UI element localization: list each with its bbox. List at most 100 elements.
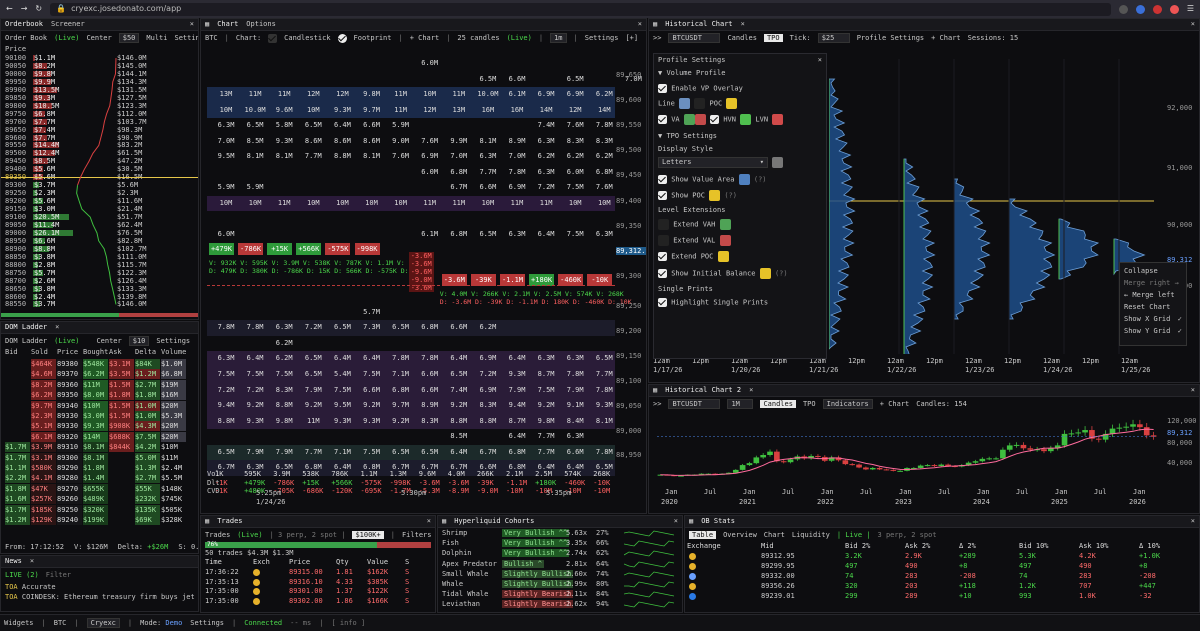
help-icon[interactable]: (?) <box>775 269 788 277</box>
add-chart-button[interactable]: + Chart <box>931 34 961 42</box>
cohort-row[interactable]: Small Whale Slightly Bullish 2.60x 74% <box>438 569 682 580</box>
symbol-button[interactable]: BTC <box>54 619 67 627</box>
overview-view-button[interactable]: Overview <box>723 531 757 539</box>
close-icon[interactable]: × <box>55 323 59 331</box>
help-icon[interactable]: (?) <box>724 191 737 199</box>
footprint-candle[interactable]: +479K <box>209 242 234 255</box>
tab-screener[interactable]: Screener <box>51 20 85 28</box>
symbol-select[interactable]: BTCUSDT <box>668 398 721 410</box>
obstats-row[interactable]: 89332.00 74 283 -208 74 283 -208 <box>685 572 1199 582</box>
footprint-grid[interactable]: 6.0M 6.5M 6.6M 6.5M 7.0M 13M 11M 11M 12M 12M 9.8M 1… <box>207 56 642 495</box>
tab-historical-chart[interactable]: Historical Chart <box>665 20 732 28</box>
close-icon[interactable]: × <box>638 20 642 28</box>
show-poc-checkbox[interactable] <box>658 190 667 200</box>
chart-view-button[interactable]: Chart <box>764 531 785 539</box>
dom-row[interactable]: $5.1M 89330 $9.3M $908K $4.3M $20M <box>1 421 198 432</box>
widgets-button[interactable]: Widgets <box>4 619 34 627</box>
candlestick-radio[interactable] <box>268 33 278 43</box>
dom-row[interactable]: $1.7M $3.9M 89310 $8.1M $844K $4.2M $10M <box>1 442 198 453</box>
chart-symbol[interactable]: BTC <box>205 34 218 42</box>
add-chart-button[interactable]: + Chart <box>880 400 910 408</box>
show-ib-checkbox[interactable] <box>658 268 667 278</box>
show-y-grid-item[interactable]: Show Y Grid ✓ <box>1124 325 1182 337</box>
symbol-select[interactable]: BTCUSDT <box>668 32 721 44</box>
tpo-button[interactable]: TPO <box>763 33 783 43</box>
candles-button[interactable]: Candles <box>727 34 757 42</box>
close-icon[interactable]: × <box>741 20 745 28</box>
settings-button[interactable]: Settings <box>156 337 190 345</box>
tpo-profile[interactable] <box>1008 198 1056 320</box>
hvn-color-swatch[interactable] <box>740 113 752 125</box>
va-color-swatch[interactable] <box>683 113 695 125</box>
liquidity-view-button[interactable]: Liquidity <box>792 531 830 539</box>
ib-swatch[interactable] <box>759 267 771 279</box>
close-icon[interactable]: × <box>749 386 753 394</box>
cohort-row[interactable]: Whale Slightly Bullish 2.99x 80% <box>438 580 682 590</box>
close-icon[interactable]: × <box>674 517 678 525</box>
trade-row[interactable]: 17:35:13 89316.10 4.33 $385K S <box>201 578 435 587</box>
dom-row[interactable]: $2.3M 89330 $3.0M $1.5M $1.0M $5.3M <box>1 411 198 421</box>
dom-row[interactable]: $8.2M 89360 $11M $1.5M $2.7M $19M <box>1 379 198 390</box>
dom-row[interactable]: $6.1M 89320 $14M $688K $7.5M $20M <box>1 431 198 442</box>
tpo-settings-header[interactable]: TPO Settings <box>666 132 717 140</box>
va-color-swatch[interactable] <box>694 113 706 125</box>
tab-chart[interactable]: Chart <box>217 20 238 28</box>
collapse-item[interactable]: Collapse <box>1124 265 1182 277</box>
address-bar[interactable]: 🔒 cryexc.josedonato.com/app <box>50 2 1111 16</box>
center-button[interactable]: Center <box>86 34 111 42</box>
va-checkbox[interactable] <box>658 114 667 124</box>
cohort-row[interactable]: Dolphin Very Bullish ^^ 2.74x 62% <box>438 549 682 559</box>
obstats-row[interactable]: 89299.95 497 490 +8 497 490 +8 <box>685 562 1199 572</box>
expand-button[interactable]: >> <box>653 34 661 42</box>
timeframe-select[interactable]: 1M <box>727 398 754 410</box>
tpo-profile[interactable] <box>903 158 936 354</box>
monthly-candle-chart[interactable] <box>657 417 1157 482</box>
trade-row[interactable]: 17:35:00 89302.00 1.86 $166K S <box>201 597 435 606</box>
shield-icon[interactable] <box>1135 4 1145 14</box>
record-icon[interactable] <box>1152 4 1162 14</box>
menu-icon[interactable]: ☰ <box>1187 4 1194 13</box>
close-icon[interactable]: × <box>1191 20 1195 28</box>
dom-row[interactable]: $1.6M $257K 89260 $489K $232K $745K <box>1 494 198 505</box>
forward-icon[interactable]: → <box>21 4 28 13</box>
footprint-candle[interactable]: +15K <box>267 242 293 255</box>
settings-button[interactable]: Settings <box>174 34 198 42</box>
tab-historical-chart-2[interactable]: Historical Chart 2 <box>665 386 741 394</box>
candlestick-option[interactable]: Candlestick <box>284 34 330 42</box>
center-button[interactable]: Center <box>96 337 121 345</box>
cohort-row[interactable]: Leviathan Slightly Bearish 2.62x 94% <box>438 600 682 610</box>
style-color-swatch[interactable] <box>772 156 783 168</box>
obstats-row[interactable]: 89312.95 3.2K 2.9K +289 5.3K 4.2K +1.0K <box>685 552 1199 562</box>
expand-button[interactable]: >> <box>653 400 661 408</box>
extend-val-checkbox[interactable] <box>658 234 669 246</box>
merge-left-item[interactable]: ← Merge left <box>1124 289 1182 301</box>
tab-news[interactable]: News <box>5 557 22 565</box>
candles-button[interactable]: Candles <box>760 399 796 409</box>
filters-button[interactable]: Filters <box>402 531 432 539</box>
tpo-profile[interactable] <box>953 178 991 320</box>
vah-swatch[interactable] <box>719 218 731 230</box>
reload-icon[interactable]: ↻ <box>35 4 42 13</box>
tpo-profile[interactable] <box>1058 218 1100 280</box>
dom-row[interactable]: $1.1M $580K 89290 $1.8M $1.3M $2.4M <box>1 463 198 473</box>
cohort-row[interactable]: Tidal Whale Slightly Bearish 2.11x 84% <box>438 590 682 600</box>
dom-row[interactable]: $4.6M 89370 $6.2M $3.5M $1.2M $6.8M <box>1 369 198 380</box>
line-color-swatch[interactable] <box>694 97 706 109</box>
back-icon[interactable]: ← <box>6 4 13 13</box>
trade-row[interactable]: 17:35:00 89301.00 1.37 $122K S <box>201 587 435 596</box>
step-select[interactable]: $10 <box>128 335 150 347</box>
tpo-chart[interactable] <box>829 59 1154 354</box>
cohort-row[interactable]: Fish Very Bullish ^^ 3.35x 66% <box>438 539 682 549</box>
val-swatch[interactable] <box>719 234 731 246</box>
trade-row[interactable]: 17:36:22 89315.00 1.81 $162K S <box>201 568 435 577</box>
extend-poc-checkbox[interactable] <box>658 251 667 261</box>
news-item[interactable]: TOA Accurate <box>1 582 198 592</box>
min-size-filter[interactable]: $100K+ <box>352 530 384 540</box>
footprint-candle[interactable]: -786K <box>238 242 264 255</box>
tab-orderbook[interactable]: Orderbook <box>5 20 43 28</box>
close-icon[interactable]: × <box>1191 386 1195 394</box>
close-icon[interactable]: × <box>190 20 194 28</box>
display-style-select[interactable]: Letters ▾ <box>658 156 768 168</box>
cohort-row[interactable]: Shrimp Very Bullish ^^ 5.63x 27% <box>438 529 682 539</box>
news-item[interactable]: TOA COINDESK: Ethereum treasury firm buy… <box>1 592 198 602</box>
